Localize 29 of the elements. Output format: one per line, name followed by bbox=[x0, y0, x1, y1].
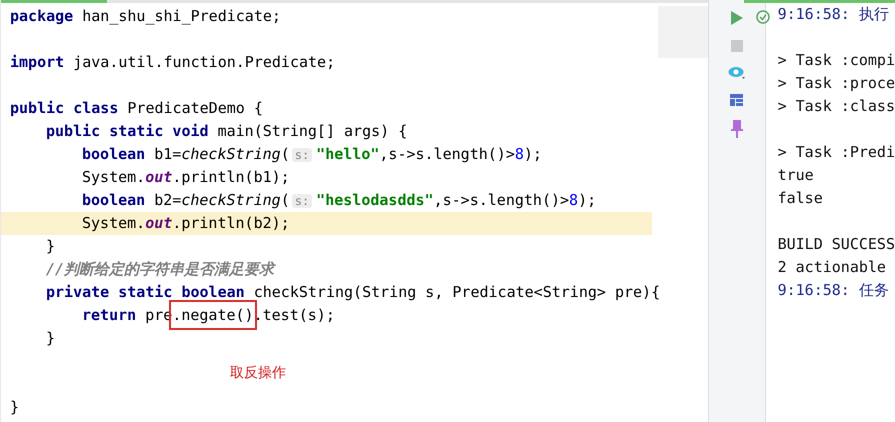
code-line: import java.util.function.Predicate; bbox=[9, 52, 336, 73]
stop-icon[interactable] bbox=[730, 40, 743, 52]
code-line: //判断给定的字符串是否满足要求 bbox=[45, 259, 277, 280]
console-line: true bbox=[778, 165, 815, 186]
console-line: 9:16:58: 执行 bbox=[778, 4, 890, 25]
console-line: > Task :Predi bbox=[778, 142, 895, 163]
code-line: public class PredicateDemo { bbox=[9, 98, 264, 119]
eye-icon[interactable] bbox=[728, 66, 746, 80]
annotation-text: 取反操作 bbox=[230, 364, 286, 382]
console-line: > Task :compi bbox=[778, 50, 895, 71]
code-line: System.out.println(b1); bbox=[81, 167, 291, 188]
code-line: boolean b1=checkString( s: "hello",s->s.length()>8); bbox=[81, 144, 543, 165]
run-icon[interactable] bbox=[730, 10, 744, 26]
console-line: > Task :proce bbox=[778, 73, 895, 94]
pin-icon[interactable] bbox=[730, 120, 743, 138]
console-line: BUILD SUCCESS bbox=[778, 234, 895, 255]
layout-icon[interactable] bbox=[730, 94, 744, 106]
console-line: 2 actionable bbox=[778, 257, 887, 278]
console-line: 9:16:58: 任务 bbox=[778, 280, 890, 301]
code-line: public static void main(String[] args) { bbox=[45, 121, 408, 142]
code-line: private static boolean checkString(String s, Predicate<String> pre){ bbox=[45, 282, 660, 303]
code-line: } bbox=[9, 397, 20, 418]
code-line: } bbox=[45, 236, 56, 257]
code-line: package han_shu_shi_Predicate; bbox=[9, 6, 282, 27]
console-line: > Task :class bbox=[778, 96, 895, 117]
check-circle-icon bbox=[756, 10, 770, 24]
console-line: false bbox=[778, 188, 824, 209]
code-line: boolean b2=checkString( s: "heslodasdds",s->s.length()>8); bbox=[81, 190, 598, 211]
code-line: } bbox=[45, 328, 56, 349]
